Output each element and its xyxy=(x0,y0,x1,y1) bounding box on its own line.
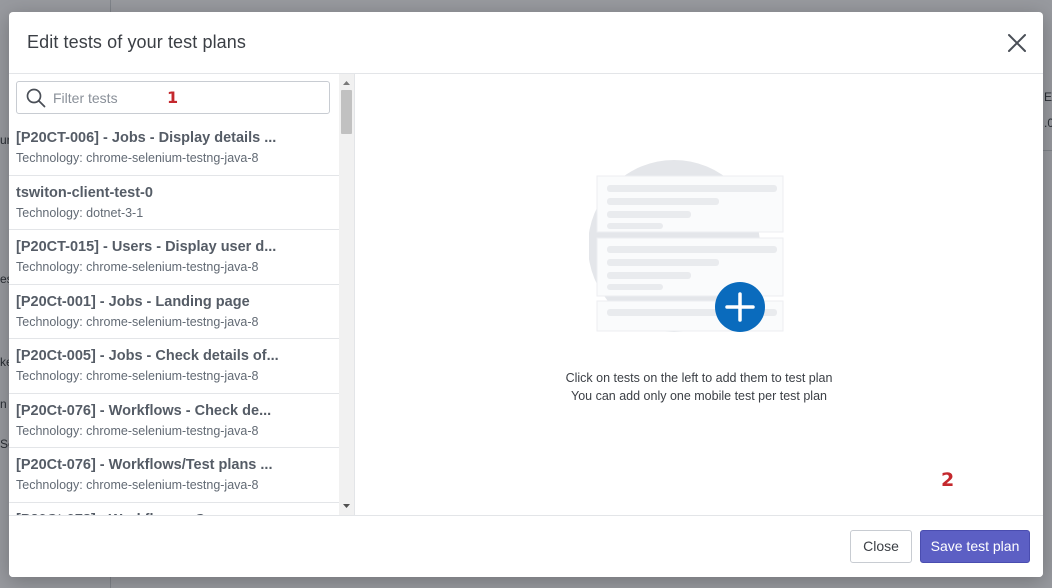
test-technology: Technology: dotnet-3-1 xyxy=(16,205,144,220)
test-list-item[interactable]: [P20Ct-076] - Workflows - Check de... Tec… xyxy=(9,393,339,448)
modal-title: Edit tests of your test plans xyxy=(27,32,247,52)
filter-field: 1 xyxy=(16,81,330,114)
test-list-item[interactable]: [P20Ct-005] - Jobs - Check details of...… xyxy=(9,339,339,394)
test-list: [P20CT-006] - Jobs - Display details ...… xyxy=(9,121,339,515)
test-plan-pane: Click on tests on the left to add them t… xyxy=(355,74,1043,515)
test-name: [P20Ct-005] - Jobs - Check details of... xyxy=(16,348,279,364)
test-list-item[interactable]: [P20CT-006] - Jobs - Display details ...… xyxy=(9,121,339,176)
test-technology: Technology: chrome-selenium-testng-java-… xyxy=(16,151,259,165)
test-name: [P20Ct-001] - Jobs - Landing page xyxy=(16,293,250,310)
test-list-item[interactable]: tswiton-client-test-0 Technology: dotnet-… xyxy=(9,175,339,230)
test-technology: Technology: chrome-selenium-testng-java-… xyxy=(16,314,259,329)
modal-footer: Close Save test plan xyxy=(9,515,1043,577)
test-technology: Technology: chrome-selenium-testng-java-… xyxy=(16,478,259,492)
test-list-item[interactable]: [P20Ct-001] - Jobs - Landing page Technol… xyxy=(9,284,339,339)
scrollbar-thumb[interactable] xyxy=(341,90,352,134)
test-list-item[interactable]: [P20CT-015] - Users - Display user d... T… xyxy=(9,230,339,285)
test-name: [P20Ct-076] - Workflows - Check de... xyxy=(16,402,272,419)
annotation-marker-2: 2 xyxy=(941,469,955,491)
test-list-item[interactable]: [P20Ct-078] - Workflows - C... xyxy=(9,502,339,515)
test-name: [P20Ct-076] - Workflows/Test plans ... xyxy=(16,457,273,473)
search-icon xyxy=(26,88,46,108)
test-list-item[interactable]: [P20Ct-076] - Workflows/Test plans ... Te… xyxy=(9,448,339,503)
annotation-marker-1: 1 xyxy=(167,88,179,107)
empty-state-text: Click on tests on the left to add them t… xyxy=(565,371,833,385)
save-test-plan-button[interactable]: Save test plan xyxy=(920,530,1030,563)
test-technology: Technology: chrome-selenium-testng-java-… xyxy=(16,423,259,438)
tests-pane: 1 [P20CT-006] - Jobs - Display details .… xyxy=(9,74,355,515)
filter-tests-input[interactable] xyxy=(53,82,323,113)
test-name: tswiton-client-test-0 xyxy=(16,184,153,201)
test-technology: Technology: chrome-selenium-testng-java-… xyxy=(16,369,259,383)
test-name: [P20CT-015] - Users - Display user d... xyxy=(16,239,277,255)
test-name: [P20CT-006] - Jobs - Display details ... xyxy=(16,130,277,146)
modal-header: Edit tests of your test plans xyxy=(9,12,1043,74)
empty-state-hint: You can add only one mobile test per tes… xyxy=(571,389,827,403)
scroll-up-arrow-icon[interactable] xyxy=(339,76,354,90)
close-button[interactable]: Close xyxy=(850,530,912,563)
list-scrollbar[interactable] xyxy=(339,74,354,515)
close-icon[interactable] xyxy=(1005,31,1029,55)
add-test-illustration-icon xyxy=(588,160,789,340)
edit-tests-modal: Edit tests of your test plans 1 [P20CT-0… xyxy=(9,12,1043,577)
scroll-down-arrow-icon[interactable] xyxy=(339,499,354,513)
test-technology: Technology: chrome-selenium-testng-java-… xyxy=(16,260,259,274)
